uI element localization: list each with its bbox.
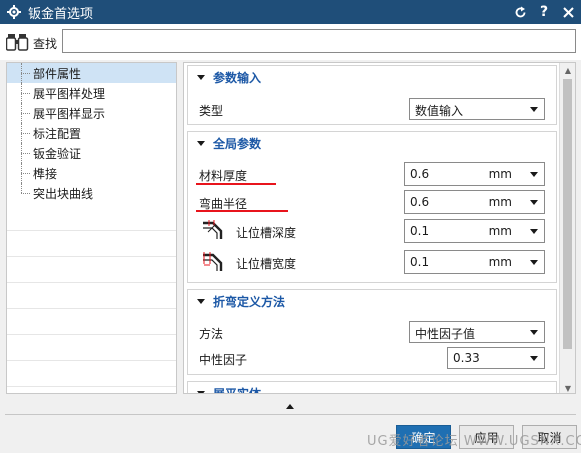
bend-radius-field[interactable]: 0.6 mm xyxy=(404,190,545,214)
chevron-down-icon xyxy=(530,260,538,265)
close-icon[interactable] xyxy=(561,4,575,20)
thickness-field[interactable]: 0.6 mm xyxy=(404,162,545,186)
collapse-triangle-icon xyxy=(197,74,205,80)
relief-depth-value: 0.1 xyxy=(410,224,430,238)
collapse-triangle-icon xyxy=(197,298,205,304)
section-flat-solid: 展平实体 xyxy=(187,381,557,394)
collapse-triangle-icon xyxy=(197,390,205,393)
section-title: 全局参数 xyxy=(213,136,262,151)
tree-item-tab-curve[interactable]: 突出块曲线 xyxy=(7,183,176,203)
tree-item-annotation-config[interactable]: 标注配置 xyxy=(7,123,176,143)
tree-empty-rows xyxy=(7,205,176,387)
method-select[interactable]: 中性因子值 xyxy=(409,321,545,343)
relief-depth-icon xyxy=(200,219,226,243)
settings-panel: 参数输入 类型 数值输入 全局参数 材料厚度 0.6 mm 弯曲半径 0.6 m… xyxy=(183,62,576,394)
type-label: 类型 xyxy=(199,104,224,118)
bend-radius-unit: mm xyxy=(488,195,512,209)
vertical-scrollbar[interactable]: ▲ ▼ xyxy=(559,63,575,393)
neutral-factor-field[interactable]: 0.33 xyxy=(447,347,545,369)
scroll-up-icon[interactable]: ▲ xyxy=(560,63,575,77)
relief-depth-unit: mm xyxy=(488,224,512,238)
tree-item-part-properties[interactable]: 部件属性 xyxy=(7,63,176,83)
category-tree: 部件属性 展平图样处理 展平图样显示 标注配置 钣金验证 榫接 突出块曲线 xyxy=(6,62,177,394)
help-icon[interactable]: ? xyxy=(537,4,551,20)
window-title: 钣金首选项 xyxy=(28,6,94,22)
thickness-value: 0.6 xyxy=(410,167,430,181)
thickness-unit: mm xyxy=(488,167,512,181)
relief-depth-label: 让位槽深度 xyxy=(236,226,297,240)
binoculars-icon xyxy=(5,32,30,52)
find-input[interactable] xyxy=(62,29,576,53)
main-area: 部件属性 展平图样处理 展平图样显示 标注配置 钣金验证 榫接 突出块曲线 参数… xyxy=(0,60,581,400)
tree-item-flat-pattern-treatment[interactable]: 展平图样处理 xyxy=(7,83,176,103)
find-label: 查找 xyxy=(33,37,58,51)
chevron-down-icon xyxy=(530,172,538,177)
thickness-label: 材料厚度 xyxy=(199,169,248,183)
bend-radius-value: 0.6 xyxy=(410,195,430,209)
tree-item-label: 部件属性 xyxy=(31,64,84,82)
gear-icon xyxy=(6,4,22,20)
type-select-value: 数值输入 xyxy=(415,104,464,118)
neutral-factor-label: 中性因子 xyxy=(199,353,248,367)
dialog-footer: 确定 应用 取消 UG爱好者论坛 WWW.UGSNX.COM xyxy=(0,400,581,453)
relief-width-value: 0.1 xyxy=(410,255,430,269)
footer-divider xyxy=(5,414,576,415)
relief-width-field[interactable]: 0.1 mm xyxy=(404,250,545,274)
section-title: 参数输入 xyxy=(213,70,262,85)
tree-item-sheetmetal-validation[interactable]: 钣金验证 xyxy=(7,143,176,163)
section-global-params: 全局参数 材料厚度 0.6 mm 弯曲半径 0.6 mm 让位槽深度 0.1 m… xyxy=(187,131,557,283)
chevron-down-icon xyxy=(530,107,538,112)
method-select-value: 中性因子值 xyxy=(415,327,476,341)
method-label: 方法 xyxy=(199,327,224,341)
chevron-down-icon xyxy=(530,200,538,205)
tree-item-label: 展平图样显示 xyxy=(33,106,106,121)
cancel-button[interactable]: 取消 xyxy=(522,425,577,449)
tree-item-label: 突出块曲线 xyxy=(33,186,94,201)
section-header[interactable]: 全局参数 xyxy=(188,132,556,154)
collapse-triangle-icon xyxy=(197,140,205,146)
type-select[interactable]: 数值输入 xyxy=(409,98,545,120)
tree-item-label: 标注配置 xyxy=(33,126,82,141)
tree-item-label: 展平图样处理 xyxy=(33,86,106,101)
section-bend-definition: 折弯定义方法 方法 中性因子值 中性因子 0.33 xyxy=(187,289,557,375)
tree-item-label: 榫接 xyxy=(33,166,58,181)
collapse-up-icon[interactable] xyxy=(286,404,294,409)
highlight-underline xyxy=(196,183,276,185)
tree-item-flat-pattern-display[interactable]: 展平图样显示 xyxy=(7,103,176,123)
highlight-underline xyxy=(196,210,288,212)
tree-item-label: 钣金验证 xyxy=(33,146,82,161)
relief-depth-field[interactable]: 0.1 mm xyxy=(404,219,545,243)
section-header[interactable]: 折弯定义方法 xyxy=(188,290,556,312)
scroll-down-icon[interactable]: ▼ xyxy=(560,381,575,393)
section-title: 折弯定义方法 xyxy=(213,294,286,309)
section-param-input: 参数输入 类型 数值输入 xyxy=(187,65,557,125)
relief-width-label: 让位槽宽度 xyxy=(236,257,297,271)
find-bar: 查找 xyxy=(0,24,581,60)
tree-item-tenon[interactable]: 榫接 xyxy=(7,163,176,183)
relief-width-icon xyxy=(200,250,226,274)
relief-width-unit: mm xyxy=(488,255,512,269)
reset-icon[interactable] xyxy=(513,4,527,20)
section-header[interactable]: 参数输入 xyxy=(188,66,556,88)
section-header[interactable]: 展平实体 xyxy=(188,382,556,394)
neutral-factor-value: 0.33 xyxy=(453,351,480,365)
chevron-down-icon xyxy=(530,330,538,335)
chevron-down-icon xyxy=(530,229,538,234)
ok-button[interactable]: 确定 xyxy=(396,425,451,449)
chevron-down-icon xyxy=(530,356,538,361)
section-title: 展平实体 xyxy=(213,386,262,394)
title-bar: 钣金首选项 ? xyxy=(0,0,581,24)
scrollbar-thumb[interactable] xyxy=(563,79,572,349)
apply-button[interactable]: 应用 xyxy=(459,425,514,449)
